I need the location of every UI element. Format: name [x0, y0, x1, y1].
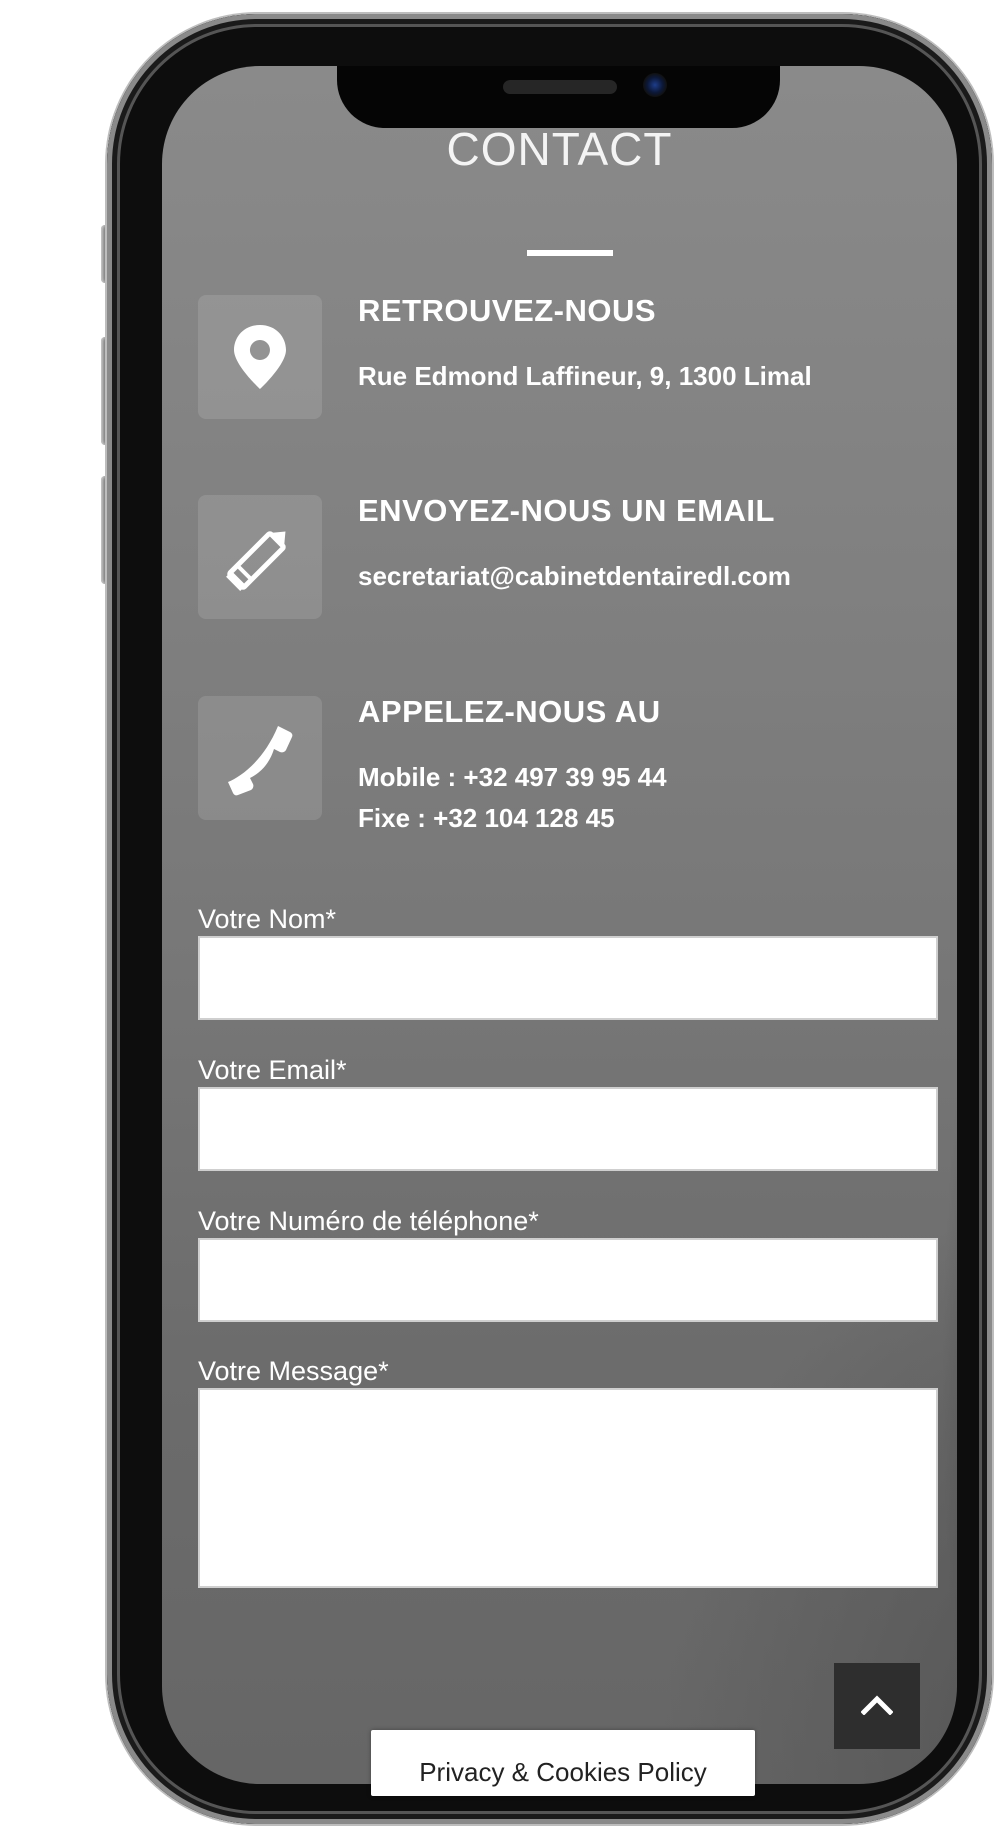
chevron-up-icon — [861, 1695, 893, 1715]
back-to-top-button[interactable] — [834, 1663, 920, 1749]
message-field[interactable] — [198, 1388, 938, 1588]
phone-field[interactable] — [198, 1238, 938, 1322]
address-heading: RETROUVEZ-NOUS — [358, 293, 657, 328]
front-camera — [643, 73, 667, 97]
phone-screen: CONTACT RETROUVEZ-NOUS Rue Edmond Laffin… — [162, 66, 957, 1784]
name-field[interactable] — [198, 936, 938, 1020]
phone-notch — [337, 66, 780, 128]
title-divider — [527, 250, 613, 256]
email-field[interactable] — [198, 1087, 938, 1171]
landline-number[interactable]: Fixe : +32 104 128 45 — [358, 803, 615, 834]
mobile-number[interactable]: Mobile : +32 497 39 95 44 — [358, 762, 667, 793]
address-text: Rue Edmond Laffineur, 9, 1300 Limal — [358, 361, 812, 391]
message-label: Votre Message* — [198, 1356, 389, 1386]
address-icon-box — [198, 295, 322, 419]
page-title: CONTACT — [446, 123, 673, 175]
phone-label: Votre Numéro de téléphone* — [198, 1206, 539, 1236]
email-link[interactable]: secretariat@cabinetdentairedl.com — [358, 561, 791, 592]
speaker-grille — [503, 80, 617, 94]
phone-heading: APPELEZ-NOUS AU — [358, 694, 661, 729]
privacy-policy-label: Privacy & Cookies Policy — [419, 1757, 707, 1787]
privacy-policy-tab[interactable]: Privacy & Cookies Policy — [371, 1730, 755, 1796]
email-heading: ENVOYEZ-NOUS UN EMAIL — [358, 493, 775, 528]
email-icon-box — [198, 495, 322, 619]
phone-icon — [228, 726, 293, 796]
map-marker-icon — [234, 325, 286, 389]
email-label: Votre Email* — [198, 1055, 347, 1085]
name-label: Votre Nom* — [198, 904, 337, 934]
phone-icon-box — [198, 696, 322, 820]
pencil-icon — [226, 531, 286, 591]
contact-section: CONTACT RETROUVEZ-NOUS Rue Edmond Laffin… — [162, 66, 957, 1784]
